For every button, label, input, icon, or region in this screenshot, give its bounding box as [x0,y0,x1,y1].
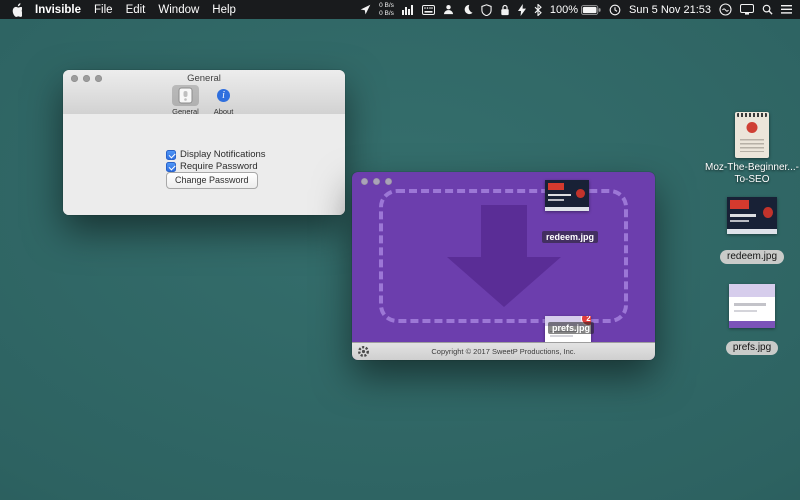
general-prefs-icon [178,87,193,104]
time-machine-icon[interactable] [609,4,621,16]
close-button[interactable] [361,178,368,185]
invisible-drop-window: redeem.jpg 2 prefs.jpg Copyright © 2017 … [352,172,655,360]
toolbar-item-general[interactable]: General [172,85,199,116]
copyright-text: Copyright © 2017 SweetP Productions, Inc… [352,347,655,356]
menu-bar: Invisible File Edit Window Help 0 B/s 0 … [0,0,800,19]
toolbar-item-about[interactable]: About [211,85,236,116]
file-thumbnail-redeem[interactable] [545,180,589,211]
pdf-document-icon [735,112,769,158]
change-password-button[interactable]: Change Password [166,172,258,189]
net-down-value: 0 B/s [379,10,394,18]
menu-bar-clock[interactable]: Sun 5 Nov 21:53 [629,4,711,16]
battery-icon [581,5,601,15]
window-controls [71,75,102,82]
image-thumbnail-icon [727,197,777,234]
zoom-button[interactable] [385,178,392,185]
window-controls [361,178,392,185]
window-footer: Copyright © 2017 SweetP Productions, Inc… [352,342,655,360]
bluetooth-icon[interactable] [534,4,542,16]
battery-percent: 100% [550,4,578,16]
display-icon[interactable] [740,4,754,15]
titlebar[interactable]: General General About [63,70,345,115]
menu-help[interactable]: Help [212,4,236,16]
bolt-icon[interactable] [518,4,526,16]
keyboard-icon[interactable] [422,5,435,15]
location-icon[interactable] [360,4,371,15]
desktop-icon-label: redeem.jpg [720,250,784,264]
lock-icon[interactable] [500,4,510,16]
info-icon [217,89,230,102]
net-up-value: 0 B/s [379,2,394,10]
preferences-toolbar: General About [63,85,345,116]
user-icon[interactable] [443,4,454,15]
desktop-icon-label: Moz-The-Beginner...-To-SEO [704,162,800,186]
require-password-checkbox[interactable]: Require Password [166,161,258,172]
download-arrow-icon [447,205,561,307]
checkbox-icon [166,150,176,160]
gear-icon[interactable] [357,345,370,358]
desktop-icon-moz-pdf[interactable]: Moz-The-Beginner...-To-SEO [704,112,800,186]
file-label-prefs: prefs.jpg [548,322,594,334]
apple-menu-icon[interactable] [10,3,22,17]
close-button[interactable] [71,75,78,82]
desktop-icon-redeem-jpg[interactable]: redeem.jpg [716,197,788,264]
menu-window[interactable]: Window [158,4,199,16]
checkbox-label: Display Notifications [180,149,266,160]
file-label-redeem: redeem.jpg [542,231,598,243]
checkbox-label: Require Password [180,161,258,172]
minimize-button[interactable] [83,75,90,82]
menu-edit[interactable]: Edit [126,4,146,16]
spotlight-icon[interactable] [762,4,773,15]
menu-file[interactable]: File [94,4,113,16]
graph-icon[interactable] [402,4,414,15]
preferences-window: General General About [63,70,345,215]
shield-icon[interactable] [481,4,492,16]
zoom-button[interactable] [95,75,102,82]
checkbox-icon [166,162,176,172]
battery-indicator[interactable]: 100% [550,4,601,16]
network-speed-indicator[interactable]: 0 B/s 0 B/s [379,2,394,17]
image-thumbnail-icon [729,284,775,328]
siri-icon[interactable] [719,3,732,16]
notification-center-icon[interactable] [781,5,792,14]
preferences-content: Display Notifications Require Password C… [63,114,345,215]
active-app-name[interactable]: Invisible [35,4,81,16]
desktop-icon-label: prefs.jpg [726,341,778,355]
minimize-button[interactable] [373,178,380,185]
window-title: General [63,70,345,84]
desktop: Invisible File Edit Window Help 0 B/s 0 … [0,0,800,500]
display-notifications-checkbox[interactable]: Display Notifications [166,149,266,160]
desktop-icon-prefs-jpg[interactable]: prefs.jpg [718,284,786,355]
drop-zone[interactable] [379,189,628,323]
moon-icon[interactable] [462,4,473,15]
